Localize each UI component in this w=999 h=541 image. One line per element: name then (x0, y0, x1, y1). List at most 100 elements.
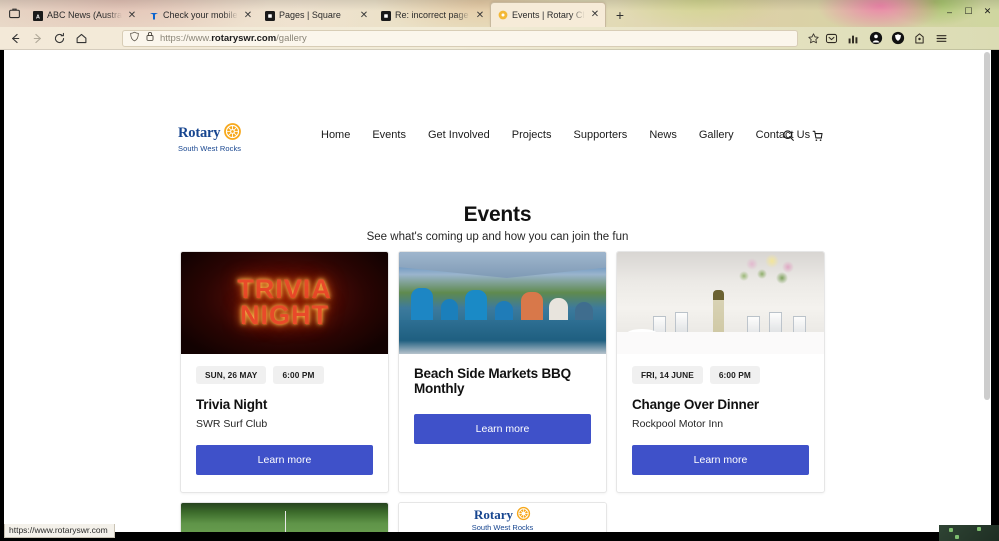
browser-tab[interactable]: Pages | Square ✕ (258, 4, 374, 27)
nav-item-get-involved[interactable]: Get Involved (428, 129, 490, 141)
shield-extension-icon[interactable] (890, 31, 905, 46)
browser-window: A ABC News (Australian Broadcas ✕ Check … (0, 0, 999, 541)
tab-title: Check your mobile (163, 10, 238, 20)
trivia-image-text-line2: NIGHT (240, 300, 329, 330)
tab-close-button[interactable]: ✕ (474, 10, 486, 22)
learn-more-button[interactable]: Learn more (414, 414, 591, 444)
page-viewport: Rotary South West Rocks Home Events Get … (4, 50, 991, 532)
event-card-body: SUN, 26 MAY 6:00 PM Trivia Night SWR Sur… (181, 354, 388, 492)
browser-tab-active[interactable]: Events | Rotary Club of South W ✕ (490, 2, 606, 27)
event-card[interactable]: FRI, 14 JUNE 6:00 PM Change Over Dinner … (616, 251, 825, 493)
page-subtitle: See what's coming up and how you can joi… (366, 231, 629, 243)
golf-day-green-image (181, 503, 388, 532)
event-title: Beach Side Markets BBQ Monthly (414, 366, 571, 396)
page-title: Events (463, 203, 532, 226)
poster-logo-word: Rotary (474, 507, 513, 522)
tab-title: ABC News (Australian Broadcas (47, 10, 122, 20)
event-date-badge: SUN, 26 MAY (196, 366, 267, 384)
change-over-dinner-table-image (617, 252, 824, 354)
square-icon (264, 10, 275, 21)
home-icon[interactable] (70, 29, 92, 48)
tab-title: Pages | Square (279, 10, 341, 20)
firefox-app-button[interactable] (6, 5, 23, 22)
rotary-wheel-icon (497, 10, 508, 21)
main-navigation: Home Events Get Involved Projects Suppor… (321, 129, 810, 141)
tab-close-button[interactable]: ✕ (358, 10, 370, 22)
close-window-button[interactable]: ✕ (979, 4, 996, 19)
account-icon[interactable] (868, 31, 883, 46)
tablecloth-graphic (617, 332, 824, 354)
poster-rotary-logo: Rotary (474, 506, 531, 524)
event-meta-badges: FRI, 14 JUNE 6:00 PM (632, 366, 809, 384)
window-controls: – ☐ ✕ (941, 4, 996, 19)
golf-flag-pin-graphic (284, 511, 286, 532)
event-title: Change Over Dinner (632, 397, 759, 412)
nav-item-projects[interactable]: Projects (512, 129, 552, 141)
tab-strip: A ABC News (Australian Broadcas ✕ Check … (0, 0, 999, 27)
tab-close-button[interactable]: ✕ (126, 10, 138, 22)
status-bar-link-preview: https://www.rotaryswr.com (4, 524, 115, 538)
hamburger-menu-icon[interactable] (934, 31, 949, 46)
page-scrollbar-thumb[interactable] (984, 52, 990, 400)
nav-item-supporters[interactable]: Supporters (574, 129, 628, 141)
learn-more-button[interactable]: Learn more (196, 445, 373, 475)
cart-icon[interactable] (810, 128, 825, 143)
address-bar[interactable]: https://www.rotaryswr.com/gallery (122, 29, 798, 47)
mail-icon (380, 10, 391, 21)
shield-icon[interactable] (129, 31, 140, 45)
nav-item-events[interactable]: Events (372, 129, 406, 141)
minimize-button[interactable]: – (941, 4, 958, 19)
book-sale-poster-image: Rotary South West Rocks BOOK SALE (399, 503, 606, 532)
event-card[interactable]: TRIVIA NIGHT SUN, 26 MAY 6:00 PM Trivia … (180, 251, 389, 493)
maximize-button[interactable]: ☐ (960, 4, 977, 19)
telstra-icon (148, 10, 159, 21)
site-logo[interactable]: Rotary South West Rocks (178, 122, 258, 153)
forward-arrow-icon[interactable] (26, 29, 48, 48)
beach-side-markets-bbq-image (399, 252, 606, 354)
bbq-volunteers-graphic (399, 284, 606, 332)
event-location: Rockpool Motor Inn (632, 418, 724, 430)
svg-text:A: A (36, 14, 40, 20)
tab-close-button[interactable]: ✕ (242, 10, 254, 22)
save-to-pocket-icon[interactable] (912, 31, 927, 46)
event-meta-badges: SUN, 26 MAY 6:00 PM (196, 366, 373, 384)
logo-subtitle: South West Rocks (178, 144, 242, 153)
flower-arrangement-graphic (738, 254, 800, 290)
reload-icon[interactable] (48, 29, 70, 48)
tab-list: A ABC News (Australian Broadcas ✕ Check … (26, 0, 630, 27)
url-text[interactable]: https://www.rotaryswr.com/gallery (160, 33, 307, 44)
logo-wordmark: Rotary (178, 124, 221, 141)
back-arrow-icon[interactable] (4, 29, 26, 48)
nav-item-news[interactable]: News (649, 129, 677, 141)
event-time-badge: 6:00 PM (709, 366, 760, 384)
event-card-body: FRI, 14 JUNE 6:00 PM Change Over Dinner … (617, 354, 824, 492)
browser-tab[interactable]: Re: incorrect page names - The ✕ (374, 4, 490, 27)
new-tab-button[interactable]: + (610, 5, 630, 25)
event-location: SWR Surf Club (196, 418, 268, 430)
event-card[interactable] (180, 502, 389, 532)
event-card[interactable]: Rotary South West Rocks BOOK SALE (398, 502, 607, 532)
tab-close-button[interactable]: ✕ (589, 9, 601, 21)
nav-item-home[interactable]: Home (321, 129, 350, 141)
abc-news-icon: A (32, 10, 43, 21)
poster-logo-subtitle: South West Rocks (471, 523, 534, 532)
nav-item-gallery[interactable]: Gallery (699, 129, 734, 141)
toolbar-extensions (824, 31, 955, 46)
event-date-badge: FRI, 14 JUNE (632, 366, 703, 384)
tab-title: Events | Rotary Club of South W (512, 9, 585, 20)
rotary-wheel-icon (223, 122, 242, 144)
star-icon[interactable] (804, 29, 822, 47)
search-icon[interactable] (781, 128, 796, 143)
browser-tab[interactable]: A ABC News (Australian Broadcas ✕ (26, 4, 142, 27)
learn-more-button[interactable]: Learn more (632, 445, 809, 475)
event-title: Trivia Night (196, 397, 268, 412)
lock-icon[interactable] (145, 31, 155, 45)
event-card[interactable]: Beach Side Markets BBQ Monthly Learn mor… (398, 251, 607, 493)
wine-bottle-graphic (713, 290, 724, 336)
pocket-icon[interactable] (824, 31, 839, 46)
navigation-toolbar: https://www.rotaryswr.com/gallery (0, 27, 999, 50)
events-grid: TRIVIA NIGHT SUN, 26 MAY 6:00 PM Trivia … (180, 251, 826, 532)
library-icon[interactable] (846, 31, 861, 46)
browser-tab[interactable]: Check your mobile ✕ (142, 4, 258, 27)
trivia-night-marquee-image: TRIVIA NIGHT (181, 252, 388, 354)
